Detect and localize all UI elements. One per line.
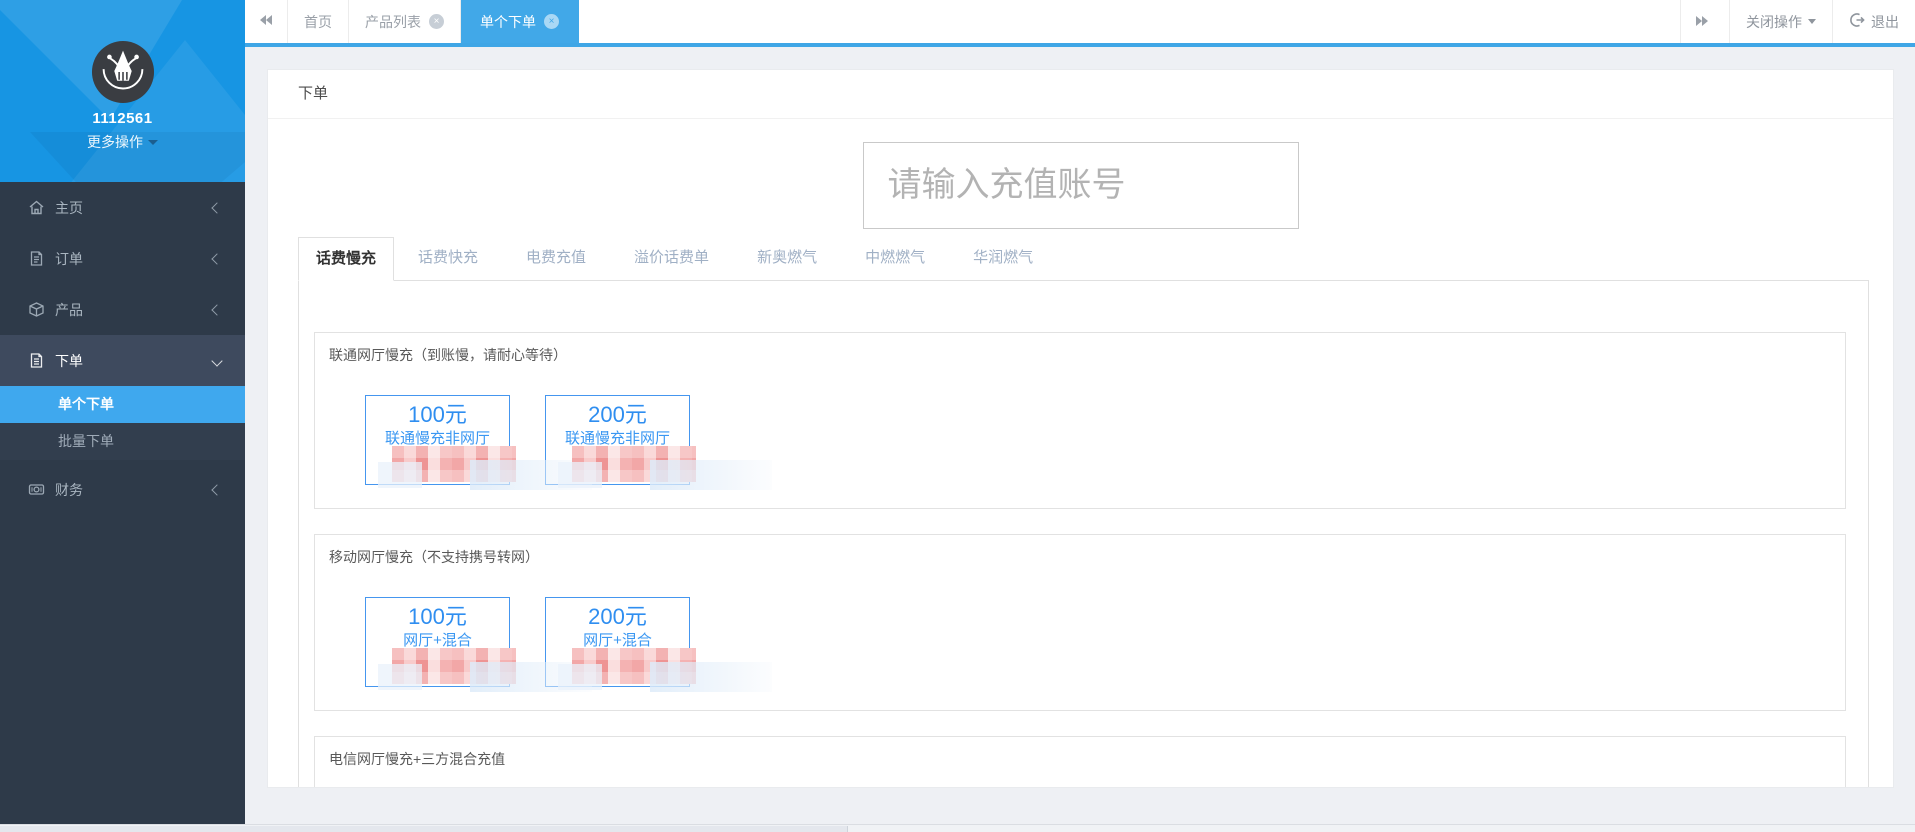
sidebar-subitem-single-order[interactable]: 单个下单 xyxy=(0,386,245,423)
product-box-icon xyxy=(28,301,45,318)
sidebar: 1112561 更多操作 主页订单产品下单单个下单 批量下单财务 xyxy=(0,0,245,825)
sidebar-subitem-batch-order[interactable]: 批量下单 xyxy=(0,423,245,460)
finance-money-icon xyxy=(28,481,45,498)
product-tab-zhongran-gas[interactable]: 中燃燃气 xyxy=(841,237,949,279)
redacted-price-mosaic xyxy=(378,648,592,692)
sidebar-item-label: 产品 xyxy=(55,301,83,318)
section-title: 移动网厅慢充（不支持携号转网） xyxy=(329,549,539,565)
page-title: 下单 xyxy=(268,70,1893,119)
open-page-tabs: 首页 产品列表 × 单个下单 × xyxy=(288,0,579,43)
product-section-telecom-slow: 电信网厅慢充+三方混合充值 xyxy=(314,736,1846,787)
close-operations-dropdown[interactable]: 关闭操作 xyxy=(1729,0,1832,43)
collapse-tabs-button[interactable] xyxy=(245,0,288,43)
order-card: 下单 话费慢充话费快充电费充值溢价话费单新奥燃气中燃燃气华润燃气 联通网厅慢充（… xyxy=(268,70,1893,787)
product-tab-content: 联通网厅慢充（到账慢，请耐心等待） 100元 联通慢充非网厅 200元 联通慢充非网厅移… xyxy=(298,280,1869,787)
sidebar-submenu-place-order: 单个下单 批量下单 xyxy=(0,386,245,460)
page-tab-label: 产品列表 xyxy=(365,13,421,30)
product-category-tabs: 话费慢充 话费快充 电费充值 溢价话费单 新奥燃气 中燃燃气 华润燃气 xyxy=(298,237,1869,281)
double-chevron-right-icon xyxy=(1695,14,1715,30)
logout-icon xyxy=(1849,12,1871,31)
more-actions-dropdown[interactable]: 更多操作 xyxy=(0,132,245,152)
order-doc-icon xyxy=(28,250,45,267)
product-card[interactable]: 200元 联通慢充非网厅 xyxy=(545,395,772,490)
product-tab-phone-slow[interactable]: 话费慢充 xyxy=(298,237,395,281)
close-tab-icon[interactable]: × xyxy=(544,14,559,29)
place-order-doc-icon xyxy=(28,352,45,369)
close-operations-label: 关闭操作 xyxy=(1746,13,1802,30)
redacted-price-mosaic xyxy=(558,446,772,490)
product-amount: 100元 xyxy=(408,402,467,427)
sidebar-menu: 主页订单产品下单单个下单 批量下单财务 xyxy=(0,182,245,515)
product-tab-huarun-gas[interactable]: 华润燃气 xyxy=(949,237,1057,279)
logout-label: 退出 xyxy=(1871,13,1899,30)
page-tab-label: 单个下单 xyxy=(480,13,536,30)
sidebar-item-label: 财务 xyxy=(55,481,83,498)
product-card[interactable]: 100元 网厅+混合 xyxy=(365,597,592,692)
sidebar-item-place-order[interactable]: 下单 xyxy=(0,335,245,386)
sidebar-item-finance[interactable]: 财务 xyxy=(0,464,245,515)
topbar-right-controls: 关闭操作 退出 xyxy=(1680,0,1915,43)
main-content: 下单 话费慢充话费快充电费充值溢价话费单新奥燃气中燃燃气华润燃气 联通网厅慢充（… xyxy=(245,47,1915,825)
product-tab-premium-phone[interactable]: 溢价话费单 xyxy=(610,237,733,279)
avatar[interactable] xyxy=(91,40,155,104)
chevron-left-icon xyxy=(211,201,223,214)
product-card-row: 100元 网厅+混合 200元 网厅+混合 xyxy=(365,597,1831,692)
top-tab-bar: 首页 产品列表 × 单个下单 × 关闭操作 退出 xyxy=(245,0,1915,47)
user-id: 1112561 xyxy=(92,110,153,127)
product-amount: 100元 xyxy=(408,604,467,629)
sidebar-item-home[interactable]: 主页 xyxy=(0,182,245,233)
chevron-down-icon xyxy=(1808,19,1816,24)
app-window: 首页 产品列表 × 单个下单 × 关闭操作 退出 1112561 更多操作 主页… xyxy=(0,0,1915,832)
section-title: 联通网厅慢充（到账慢，请耐心等待） xyxy=(329,347,567,363)
double-chevron-left-icon xyxy=(259,13,273,31)
redacted-price-mosaic xyxy=(378,446,592,490)
page-tab-product-list[interactable]: 产品列表 × xyxy=(349,0,461,43)
sidebar-item-label: 订单 xyxy=(55,250,83,267)
product-tab-electricity[interactable]: 电费充值 xyxy=(502,237,610,279)
chevron-left-icon xyxy=(211,252,223,265)
product-section-unicom-slow: 联通网厅慢充（到账慢，请耐心等待） 100元 联通慢充非网厅 200元 联通慢充非网厅 xyxy=(314,332,1846,509)
product-card[interactable]: 100元 联通慢充非网厅 xyxy=(365,395,592,490)
sidebar-user-panel: 1112561 更多操作 xyxy=(0,0,245,182)
sidebar-item-products[interactable]: 产品 xyxy=(0,284,245,335)
scrollbar-thumb[interactable] xyxy=(0,826,848,832)
product-section-mobile-slow: 移动网厅慢充（不支持携号转网） 100元 网厅+混合 200元 网厅+混合 xyxy=(314,534,1846,711)
more-actions-label: 更多操作 xyxy=(87,134,143,150)
account-input-wrap xyxy=(268,142,1893,229)
page-tab-single-order[interactable]: 单个下单 × xyxy=(461,0,579,43)
expand-tabs-button[interactable] xyxy=(1680,0,1729,43)
horizontal-scrollbar[interactable] xyxy=(0,824,1915,832)
product-tab-xinao-gas[interactable]: 新奥燃气 xyxy=(733,237,841,279)
section-title: 电信网厅慢充+三方混合充值 xyxy=(329,751,506,767)
page-tab-label: 首页 xyxy=(304,13,332,30)
page-tab-home[interactable]: 首页 xyxy=(288,0,349,43)
sidebar-item-orders[interactable]: 订单 xyxy=(0,233,245,284)
sidebar-item-label: 主页 xyxy=(55,199,83,216)
chevron-left-icon xyxy=(211,483,223,496)
product-tab-phone-fast[interactable]: 话费快充 xyxy=(394,237,502,279)
caret-down-icon xyxy=(148,140,158,145)
product-card-row: 100元 联通慢充非网厅 200元 联通慢充非网厅 xyxy=(365,395,1831,490)
redacted-price-mosaic xyxy=(558,648,772,692)
close-tab-icon[interactable]: × xyxy=(429,14,444,29)
product-amount: 200元 xyxy=(588,402,647,427)
logout-button[interactable]: 退出 xyxy=(1832,0,1915,43)
chevron-down-icon xyxy=(211,354,223,367)
recharge-account-input[interactable] xyxy=(862,142,1299,229)
chevron-left-icon xyxy=(211,303,223,316)
home-icon xyxy=(28,199,45,216)
product-card[interactable]: 200元 网厅+混合 xyxy=(545,597,772,692)
sidebar-item-label: 下单 xyxy=(55,352,83,369)
product-amount: 200元 xyxy=(588,604,647,629)
